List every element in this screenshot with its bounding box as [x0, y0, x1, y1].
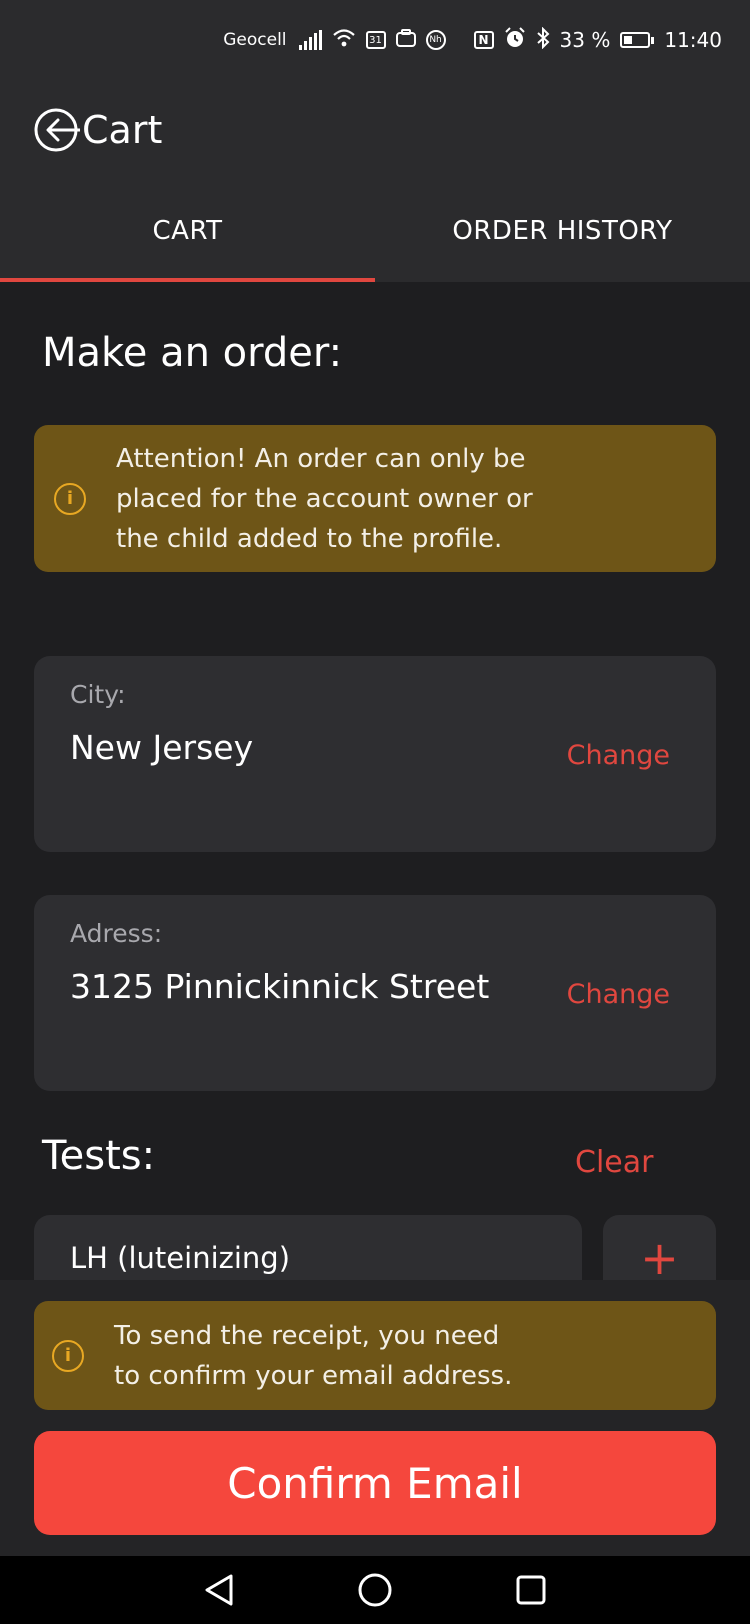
tab-bar: CART ORDER HISTORY [0, 180, 750, 282]
nfc-icon: N [473, 31, 494, 49]
address-value: 3125 Pinnickinnick Street [70, 967, 490, 1006]
test-name: LH (luteinizing) [70, 1241, 291, 1275]
info-icon: i [52, 1339, 84, 1372]
plus-icon: + [640, 1231, 679, 1285]
back-arrow-icon[interactable] [32, 106, 80, 154]
attention-text: Attention! An order can only be placed f… [116, 439, 533, 559]
bluetooth-icon [536, 26, 550, 54]
nav-back-icon[interactable] [200, 1571, 238, 1609]
receipt-banner: i To send the receipt, you need to confi… [34, 1301, 716, 1410]
battery-icon [620, 32, 655, 48]
attention-banner: i Attention! An order can only be placed… [34, 425, 716, 572]
calendar-icon: 31 [365, 31, 386, 49]
tab-order-history[interactable]: ORDER HISTORY [375, 180, 750, 282]
receipt-line: to confirm your email address. [114, 1360, 513, 1391]
confirm-email-button[interactable]: Confirm Email [34, 1431, 716, 1535]
receipt-text: To send the receipt, you need to confirm… [114, 1316, 512, 1396]
attention-line: the child added to the profile. [116, 523, 503, 554]
alarm-icon [504, 26, 526, 54]
receipt-line: To send the receipt, you need [114, 1320, 500, 1351]
tests-heading: Tests: [42, 1133, 156, 1179]
list-item[interactable]: LH (luteinizing) [34, 1215, 582, 1285]
clock-time: 11:40 [664, 28, 722, 52]
wifi-icon [332, 28, 356, 53]
battery-percent: 33 % [559, 28, 611, 52]
nav-recents-icon[interactable] [512, 1571, 550, 1609]
address-card: Adress: 3125 Pinnickinnick Street Change [34, 895, 716, 1091]
order-heading: Make an order: [42, 330, 343, 376]
briefcase-icon [395, 28, 416, 52]
info-icon: i [54, 482, 86, 515]
clear-tests-button[interactable]: Clear [575, 1145, 653, 1180]
tab-cart[interactable]: CART [0, 180, 375, 282]
city-card: City: New Jersey Change [34, 656, 716, 852]
change-address-button[interactable]: Change [567, 979, 670, 1010]
app-header: Cart [0, 80, 750, 180]
address-label: Adress: [70, 919, 163, 948]
carrier-name: Geocell [223, 30, 287, 50]
nav-home-icon[interactable] [356, 1571, 394, 1609]
nh-icon: Nh [425, 30, 446, 50]
signal-icon [298, 30, 322, 50]
status-bar: Geocell 31 Nh N 33 % 11:40 [0, 0, 750, 80]
attention-line: Attention! An order can only be [116, 443, 526, 474]
city-label: City: [70, 680, 126, 709]
page-title: Cart [82, 108, 163, 152]
attention-line: placed for the account owner or [116, 483, 533, 514]
add-test-button[interactable]: + [603, 1215, 716, 1285]
change-city-button[interactable]: Change [567, 740, 670, 771]
city-value: New Jersey [70, 728, 254, 767]
system-nav-bar [0, 1556, 750, 1624]
